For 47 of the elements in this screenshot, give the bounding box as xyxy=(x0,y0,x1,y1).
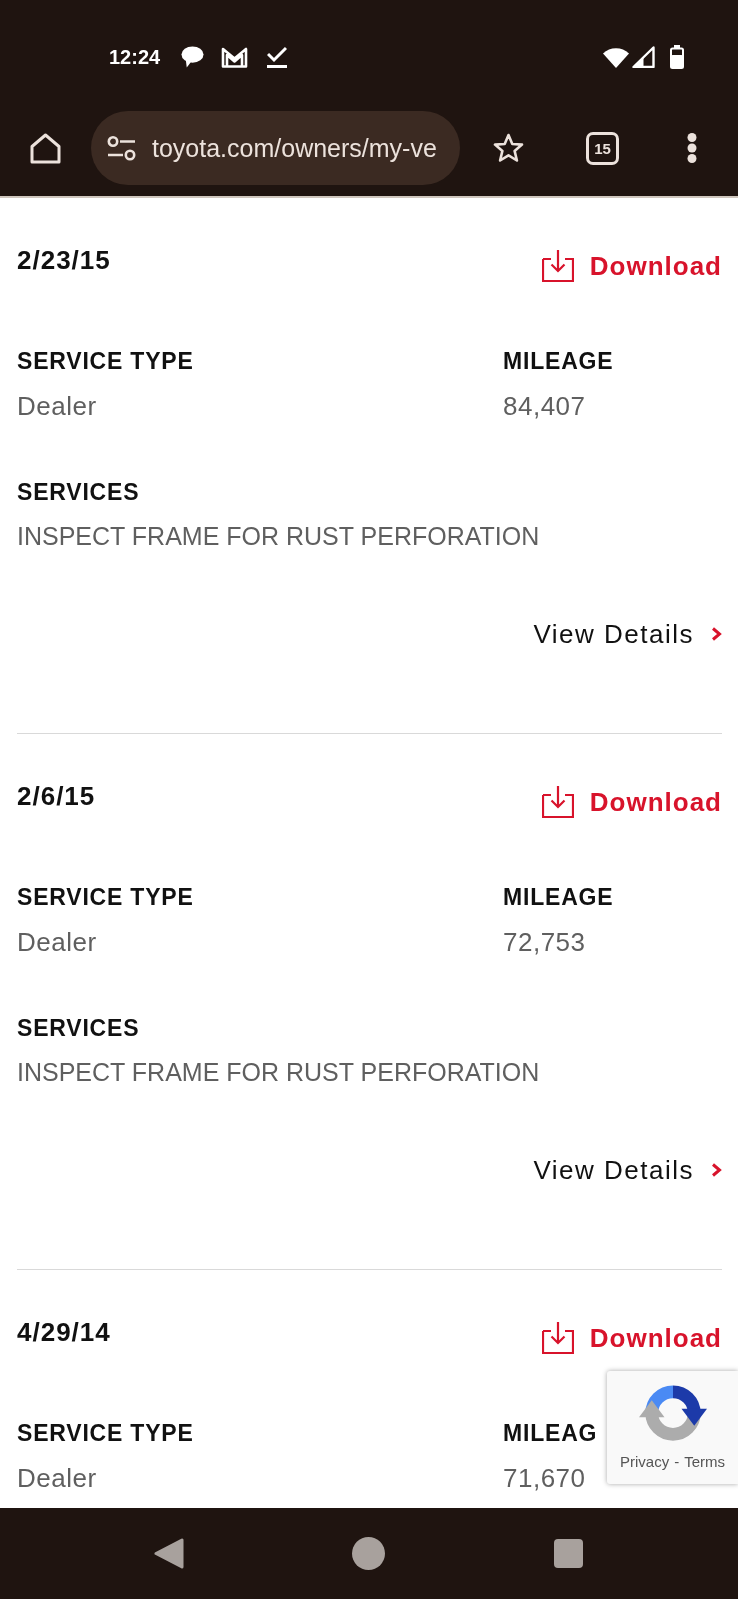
status-time: 12:24 xyxy=(109,45,161,69)
footer-link[interactable]: Privacy xyxy=(620,1453,670,1471)
address-bar[interactable]: toyota.com/owners/my-ve xyxy=(91,111,460,185)
view-details-link[interactable]: View Details xyxy=(533,1155,722,1185)
field-value: Dealer xyxy=(17,391,97,421)
field-label: SERVICE TYPE xyxy=(17,347,194,376)
download-button[interactable]: Download xyxy=(541,250,722,282)
sliders-icon[interactable] xyxy=(107,135,136,161)
footer-link[interactable]: Terms xyxy=(684,1453,725,1471)
service-date: 2/23/15 xyxy=(17,244,111,277)
service-date: 2/6/15 xyxy=(17,780,96,813)
download-button[interactable]: Download xyxy=(541,1322,722,1354)
field-value: Dealer xyxy=(17,927,97,957)
tab-switcher-button[interactable]: 15 xyxy=(586,131,619,165)
field-label: SERVICE TYPE xyxy=(17,883,194,912)
field-label: SERVICE TYPE xyxy=(17,1419,194,1448)
m-letter-icon xyxy=(221,46,249,68)
field-label: MILEAGE xyxy=(503,347,614,376)
download-icon xyxy=(541,1322,574,1354)
home-icon[interactable] xyxy=(30,132,61,164)
chevron-right-icon xyxy=(711,627,722,641)
services-label: SERVICES xyxy=(17,1014,140,1043)
field-label: MILEAGE xyxy=(503,883,614,912)
wifi-icon xyxy=(603,46,629,68)
home-icon[interactable] xyxy=(352,1537,385,1570)
field-value: 72,753 xyxy=(503,927,586,957)
link-separator: - xyxy=(674,1453,680,1471)
services-label: SERVICES xyxy=(17,478,140,507)
service-date: 4/29/14 xyxy=(17,1316,111,1349)
field-value: 84,407 xyxy=(503,391,586,421)
download-icon xyxy=(541,250,574,282)
field-value: Dealer xyxy=(17,1463,97,1493)
field-label: MILEAG xyxy=(503,1419,598,1448)
back-icon[interactable] xyxy=(154,1538,184,1569)
chevron-right-icon xyxy=(711,1163,722,1177)
star-icon[interactable] xyxy=(493,133,524,163)
download-icon xyxy=(541,786,574,818)
signal-icon xyxy=(632,46,655,68)
services-value: INSPECT FRAME FOR RUST PERFORATION xyxy=(17,521,540,551)
view-details-link[interactable]: View Details xyxy=(533,619,722,649)
checkmark-icon xyxy=(267,46,288,68)
field-value: 71,670 xyxy=(503,1463,586,1493)
download-button[interactable]: Download xyxy=(541,786,722,818)
menu-icon[interactable] xyxy=(687,133,697,163)
battery-icon xyxy=(670,45,684,69)
services-value: INSPECT FRAME FOR RUST PERFORATION xyxy=(17,1057,540,1087)
chat-bubble-icon xyxy=(181,46,205,68)
